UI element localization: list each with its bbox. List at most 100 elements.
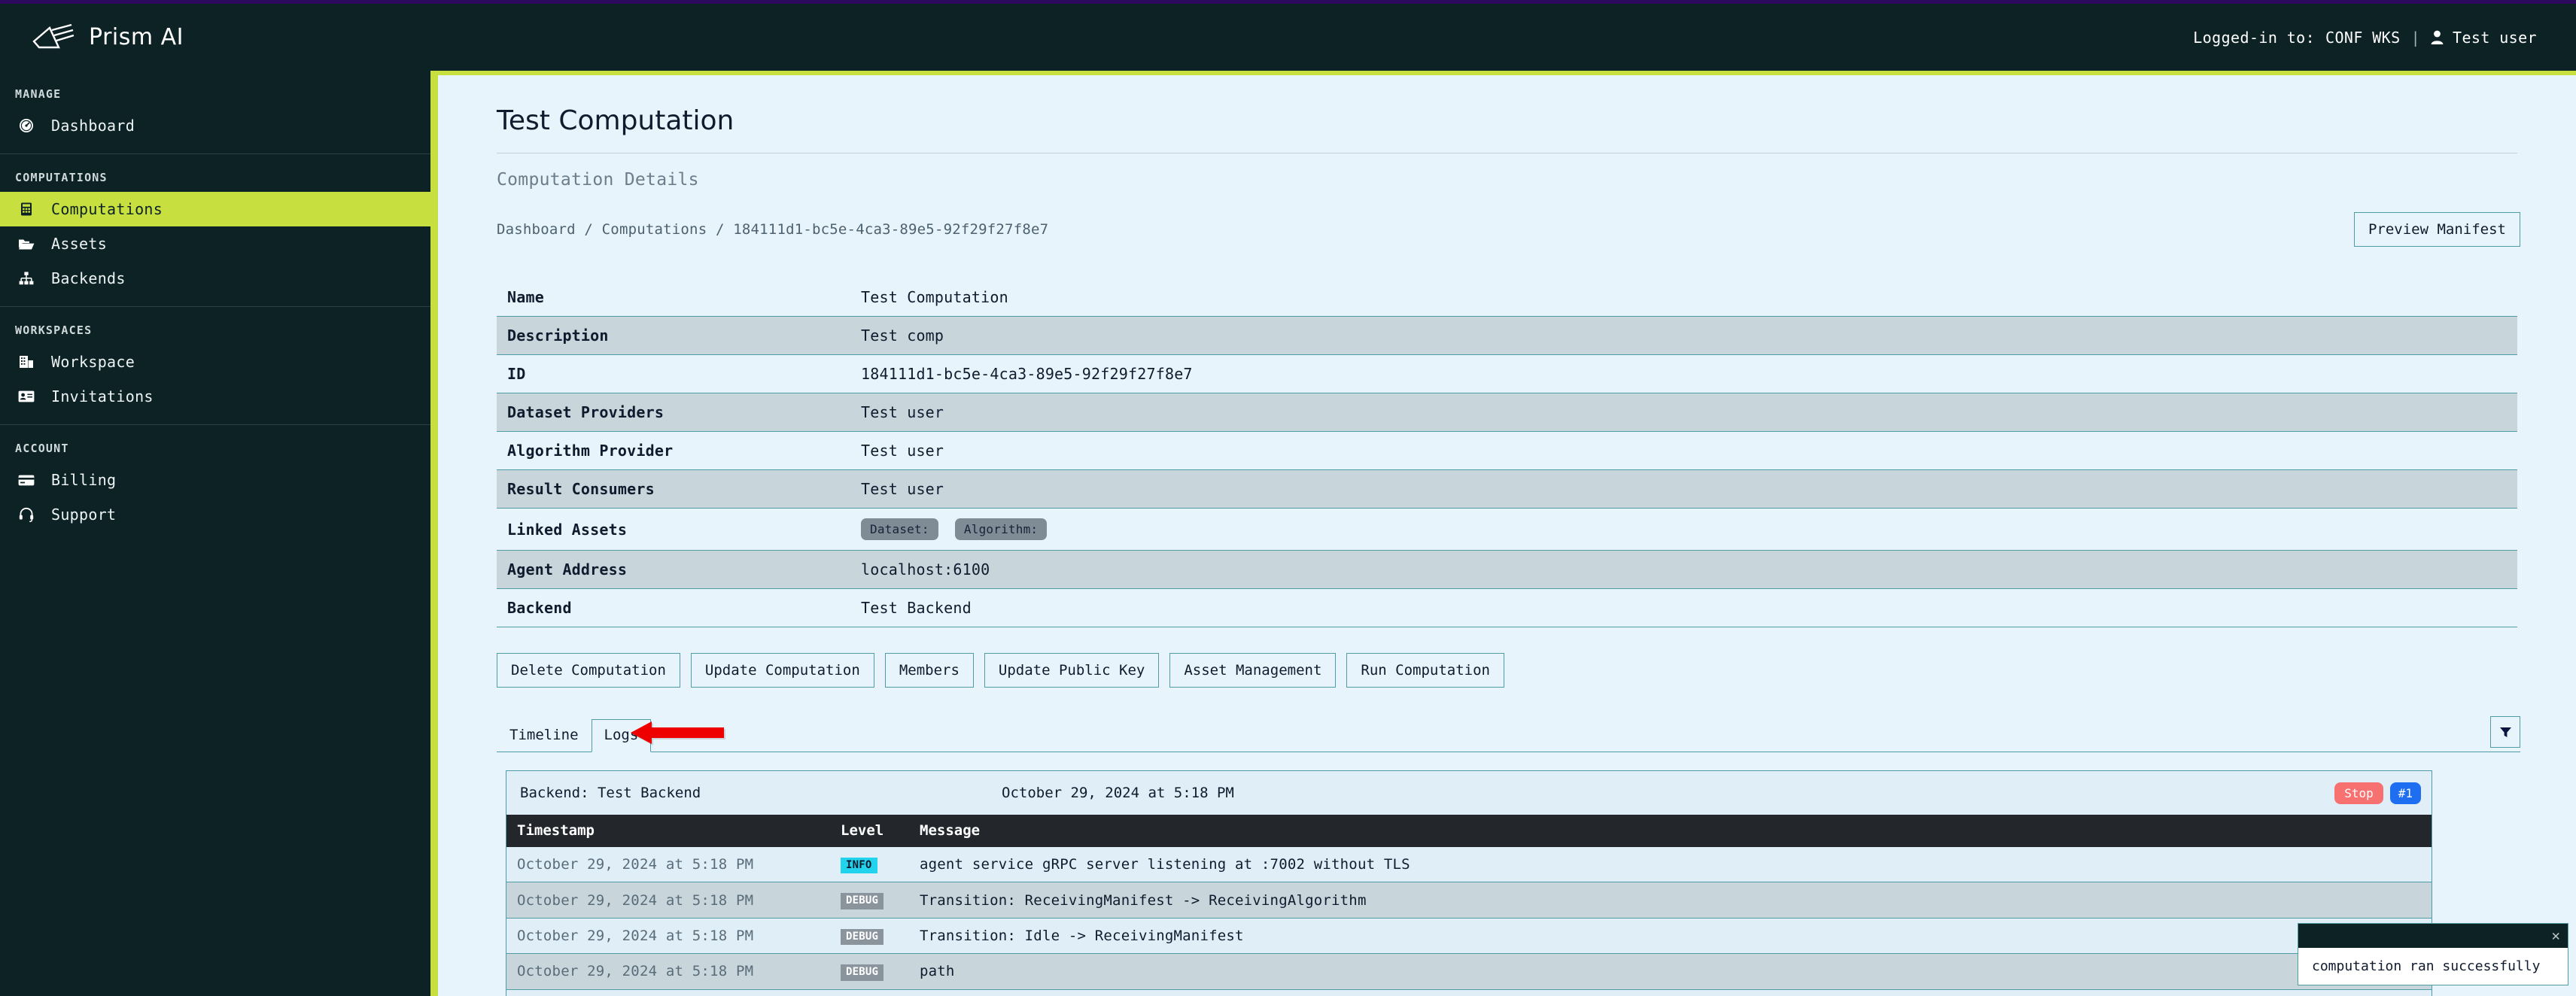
detail-key: ID: [497, 354, 850, 393]
user-icon: [2431, 30, 2444, 44]
sidebar-item-label: Assets: [51, 235, 108, 253]
sidebar-item-workspace[interactable]: Workspace: [0, 345, 430, 379]
members-button[interactable]: Members: [884, 653, 974, 688]
tab-logs[interactable]: Logs: [591, 719, 652, 752]
log-timestamp: October 29, 2024 at 5:18 PM: [506, 882, 830, 919]
sidebar-item-dashboard[interactable]: Dashboard: [0, 108, 430, 143]
logs-panel-header: Backend: Test Backend October 29, 2024 a…: [506, 771, 2432, 815]
breadcrumb-row: Dashboard / Computations / 184111d1-bc5e…: [438, 190, 2576, 247]
content-accent-frame: Test Computation Computation Details Das…: [430, 71, 2576, 996]
sidebar-section-account: ACCOUNT: [15, 442, 69, 455]
id-card-icon: [17, 390, 36, 402]
linked-asset-chip-dataset[interactable]: Dataset:: [861, 518, 938, 540]
credit-card-icon: [17, 475, 36, 486]
log-level-cell: DEBUG: [830, 989, 909, 996]
table-row: October 29, 2024 at 5:18 PM DEBUG Transi…: [506, 918, 2432, 955]
header-separator: |: [2410, 28, 2421, 47]
table-row: Linked Assets Dataset: Algorithm:: [497, 508, 2517, 551]
log-level-cell: DEBUG: [830, 918, 909, 955]
asset-management-button[interactable]: Asset Management: [1169, 653, 1337, 688]
log-filter-button[interactable]: [2490, 716, 2520, 748]
table-row: October 29, 2024 at 5:18 PM INFO agent s…: [506, 847, 2432, 883]
brand-name: Prism AI: [89, 24, 184, 50]
sidebar-item-invitations[interactable]: Invitations: [0, 379, 430, 414]
log-timestamp: October 29, 2024 at 5:18 PM: [506, 847, 830, 883]
detail-value: 184111d1-bc5e-4ca3-89e5-92f29f27f8e7: [850, 354, 2517, 393]
log-level-cell: INFO: [830, 847, 909, 883]
sidebar-section-manage: MANAGE: [15, 87, 62, 101]
user-name: Test user: [2453, 28, 2537, 47]
column-header-level: Level: [830, 815, 909, 847]
sidebar: MANAGE Dashboard COMPUTATIONS Computatio…: [0, 71, 430, 996]
detail-key: Linked Assets: [497, 508, 850, 551]
sidebar-item-label: Backends: [51, 269, 126, 287]
log-level-badge: INFO: [841, 858, 877, 874]
run-number-badge[interactable]: #1: [2389, 782, 2421, 804]
sidebar-section-workspaces: WORKSPACES: [15, 323, 93, 337]
delete-computation-button[interactable]: Delete Computation: [497, 653, 680, 688]
sidebar-item-backends[interactable]: Backends: [0, 261, 430, 296]
computation-details-table: Name Test Computation Description Test c…: [497, 278, 2517, 627]
logs-date: October 29, 2024 at 5:18 PM: [1002, 785, 1234, 801]
detail-key: Backend: [497, 588, 850, 627]
detail-value: Test user: [850, 469, 2517, 509]
sidebar-item-billing[interactable]: Billing: [0, 463, 430, 497]
log-message: Transition: Idle -> ReceivingManifest: [909, 918, 2432, 955]
log-timestamp: October 29, 2024 at 5:18 PM: [506, 989, 830, 996]
detail-value: Test Backend: [850, 588, 2517, 627]
sidebar-item-computations[interactable]: Computations: [0, 192, 430, 226]
table-row: ID 184111d1-bc5e-4ca3-89e5-92f29f27f8e7: [497, 354, 2517, 393]
toast-header: ✕: [2298, 924, 2568, 948]
detail-key: Description: [497, 316, 850, 355]
sidebar-item-label: Dashboard: [51, 117, 135, 135]
detail-key: Name: [497, 278, 850, 317]
preview-manifest-button[interactable]: Preview Manifest: [2353, 212, 2520, 247]
toast-notification: ✕ computation ran successfully: [2298, 923, 2568, 985]
linked-asset-chip-algorithm[interactable]: Algorithm:: [954, 518, 1048, 540]
log-timestamp: October 29, 2024 at 5:18 PM: [506, 953, 830, 990]
table-row: Result Consumers Test user: [497, 469, 2517, 509]
column-header-message: Message: [909, 815, 2432, 847]
table-row: Backend Test Backend: [497, 588, 2517, 627]
workspace-name[interactable]: CONF WKS: [2325, 29, 2401, 47]
detail-value: Test user: [850, 393, 2517, 432]
sidebar-item-label: Workspace: [51, 353, 135, 371]
detail-key: Dataset Providers: [497, 393, 850, 432]
detail-value: Test user: [850, 431, 2517, 470]
app-header: Prism AI Logged-in to: CONF WKS | Test u…: [0, 4, 2576, 71]
log-message: Transition: ReceivingManifest -> Receivi…: [909, 882, 2432, 919]
log-level-cell: DEBUG: [830, 953, 909, 990]
prism-logo-icon: [32, 23, 75, 48]
action-buttons: Delete Computation Update Computation Me…: [438, 627, 2576, 688]
log-level-cell: DEBUG: [830, 882, 909, 919]
log-level-badge: DEBUG: [841, 893, 884, 909]
logs-table-body: October 29, 2024 at 5:18 PM INFO agent s…: [506, 847, 2432, 996]
run-computation-button[interactable]: Run Computation: [1346, 653, 1504, 688]
sidebar-item-label: Computations: [51, 200, 163, 218]
brand[interactable]: Prism AI: [0, 22, 184, 53]
building-icon: [17, 355, 36, 369]
tabs: Timeline Logs: [497, 715, 652, 752]
detail-value: localhost:6100: [850, 550, 2517, 589]
tab-timeline[interactable]: Timeline: [497, 719, 592, 752]
sidebar-item-support[interactable]: Support: [0, 497, 430, 532]
update-public-key-button[interactable]: Update Public Key: [984, 653, 1160, 688]
tabs-row: Timeline Logs: [497, 716, 2520, 752]
sidebar-item-label: Support: [51, 506, 117, 524]
breadcrumb[interactable]: Dashboard / Computations / 184111d1-bc5e…: [497, 221, 1048, 238]
column-header-timestamp: Timestamp: [506, 815, 830, 847]
detail-key: Algorithm Provider: [497, 431, 850, 470]
log-level-badge: DEBUG: [841, 928, 884, 946]
detail-value: Test Computation: [850, 278, 2517, 317]
detail-value: Test comp: [850, 316, 2517, 355]
user-menu[interactable]: Test user: [2431, 29, 2537, 47]
table-row: Algorithm Provider Test user: [497, 431, 2517, 470]
detail-key: Agent Address: [497, 550, 850, 589]
logs-backend-label: Backend: Test Backend: [520, 785, 701, 801]
detail-key: Result Consumers: [497, 469, 850, 509]
update-computation-button[interactable]: Update Computation: [690, 653, 874, 688]
stop-button[interactable]: Stop: [2334, 782, 2383, 804]
table-row: October 29, 2024 at 5:18 PM DEBUG path: [506, 953, 2432, 990]
sidebar-item-assets[interactable]: Assets: [0, 226, 430, 261]
close-icon[interactable]: ✕: [2552, 928, 2560, 943]
